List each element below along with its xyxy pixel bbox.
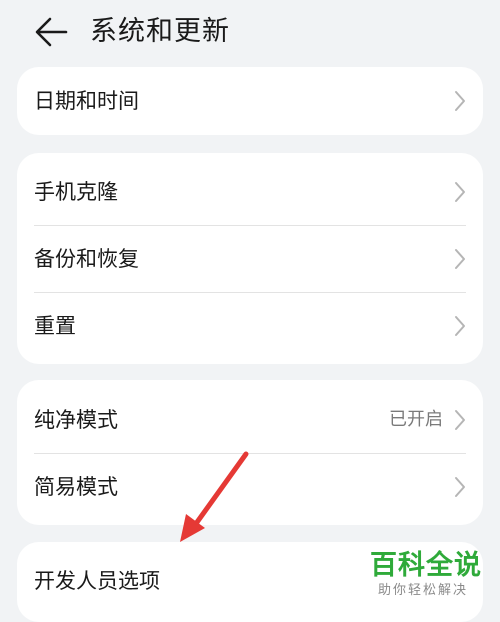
setting-label: 纯净模式 bbox=[34, 408, 118, 432]
back-arrow-icon[interactable] bbox=[30, 14, 70, 50]
setting-phone-clone[interactable]: 手机克隆 bbox=[17, 159, 483, 225]
chevron-right-icon bbox=[455, 316, 465, 336]
setting-date-and-time[interactable]: 日期和时间 bbox=[17, 68, 483, 134]
chevron-right-icon bbox=[455, 91, 465, 111]
settings-group-date: 日期和时间 bbox=[17, 67, 483, 135]
chevron-right-icon bbox=[455, 182, 465, 202]
watermark-title: 百科全说 bbox=[370, 550, 482, 581]
watermark-subtitle: 助你轻松解决 bbox=[378, 583, 469, 598]
setting-status-value: 已开启 bbox=[389, 409, 443, 430]
chevron-right-icon bbox=[455, 410, 465, 430]
setting-reset[interactable]: 重置 bbox=[17, 293, 483, 359]
setting-backup-restore[interactable]: 备份和恢复 bbox=[17, 226, 483, 292]
setting-label: 日期和时间 bbox=[34, 89, 139, 113]
watermark-logo: 百科全说 助你轻松解决 bbox=[370, 550, 494, 600]
settings-group-backup: 手机克隆 备份和恢复 重置 bbox=[17, 153, 483, 364]
setting-label: 重置 bbox=[34, 314, 76, 338]
chevron-right-icon bbox=[455, 249, 465, 269]
setting-label: 手机克隆 bbox=[34, 180, 118, 204]
setting-simple-mode[interactable]: 简易模式 bbox=[17, 454, 483, 520]
setting-label: 开发人员选项 bbox=[34, 569, 160, 593]
app-header: 系统和更新 bbox=[0, 0, 500, 64]
chevron-right-icon bbox=[455, 477, 465, 497]
setting-pure-mode[interactable]: 纯净模式 已开启 bbox=[17, 387, 483, 453]
settings-group-modes: 纯净模式 已开启 简易模式 bbox=[17, 380, 483, 525]
setting-label: 备份和恢复 bbox=[34, 247, 139, 271]
page-title: 系统和更新 bbox=[90, 16, 230, 47]
setting-label: 简易模式 bbox=[34, 475, 118, 499]
